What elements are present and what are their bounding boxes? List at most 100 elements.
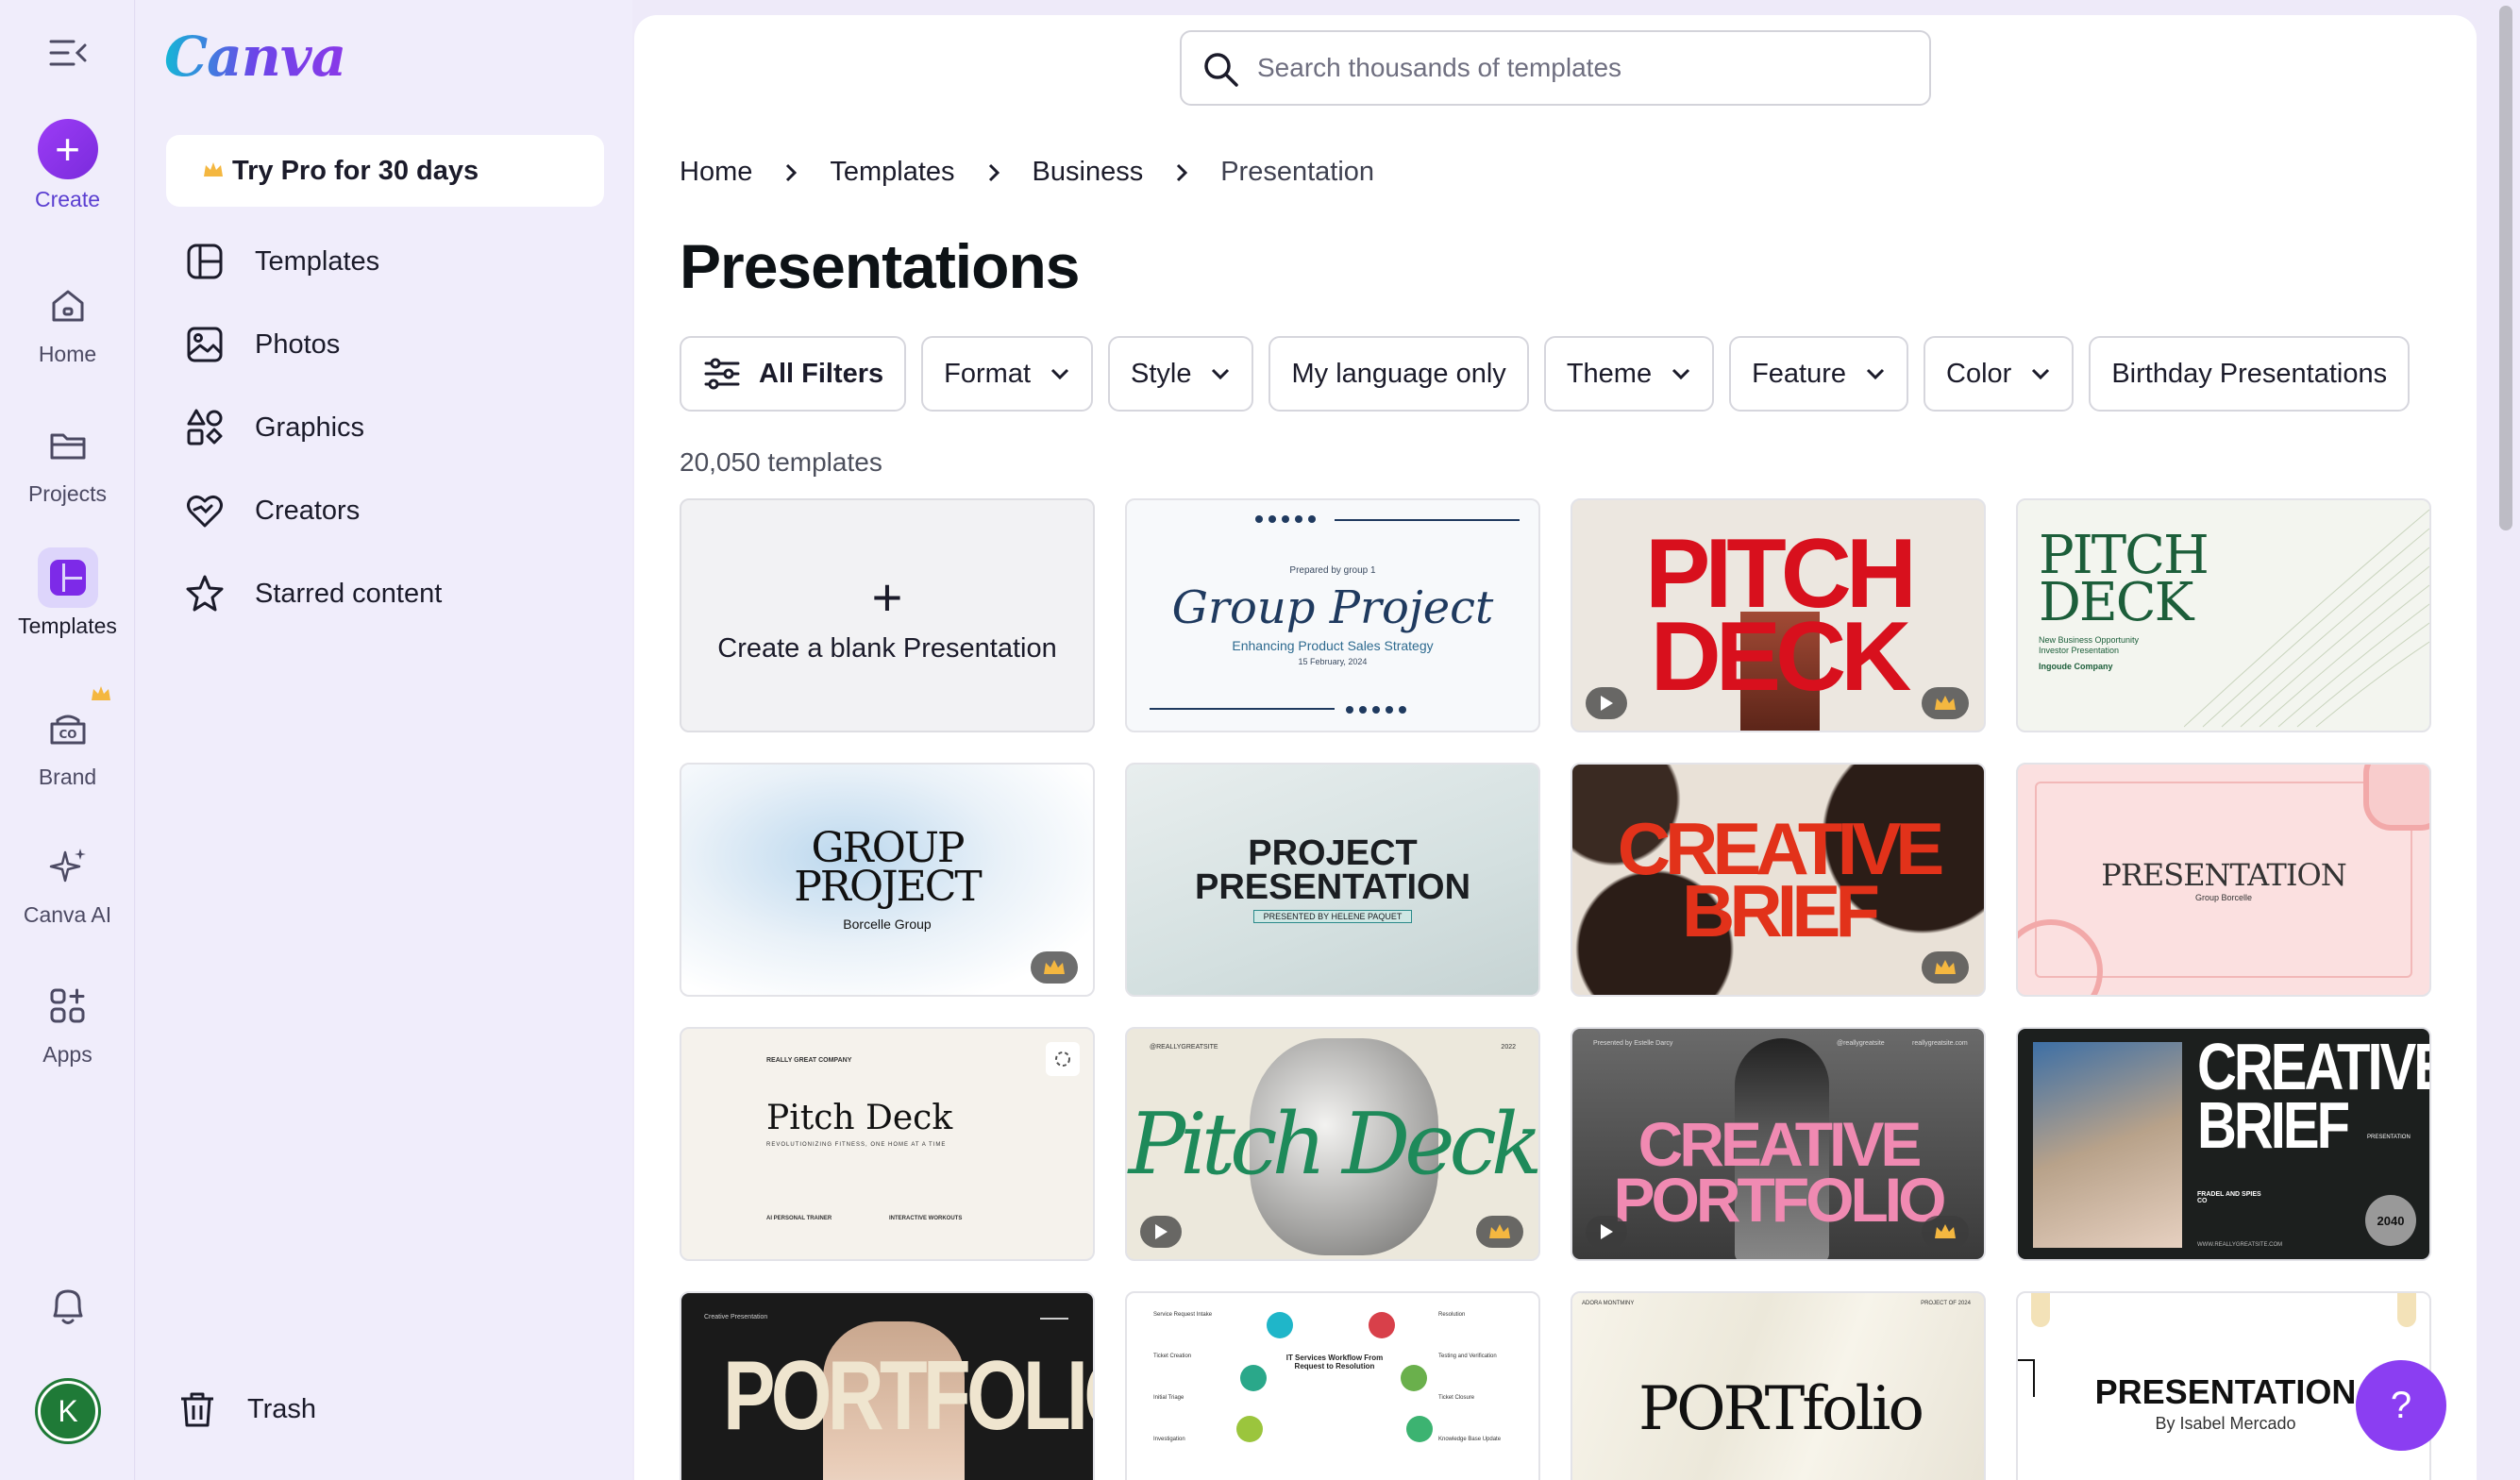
filter-bar: All Filters Format Style My language onl… [680,336,2411,412]
apps-icon [50,988,84,1023]
main-content: Search thousands of templates Home Templ… [634,15,2477,1480]
chevron-right-icon [786,163,798,181]
template-card-pitch-deck-red[interactable]: PITCH DECK [1571,498,1986,732]
chevron-down-icon [1050,368,1069,380]
template-card-it-services-workflow[interactable]: Service Request Intake Ticket Creation I… [1125,1291,1540,1480]
filter-style[interactable]: Style [1108,336,1254,412]
template-card-pitch-deck-green[interactable]: PITCH DECK New Business Opportunity Inve… [2016,498,2431,732]
template-card-project-presentation[interactable]: PROJECT PRESENTATION PRESENTED BY HELENE… [1125,763,1540,997]
filter-birthday-presentations[interactable]: Birthday Presentations [2089,336,2411,412]
template-card-creative-brief-dark[interactable]: CREATIVE BRIEF PRESENTATION FRADEL AND S… [2016,1027,2431,1261]
crown-icon [1935,960,1956,974]
create-button[interactable]: + Create [0,119,135,212]
play-icon [1601,1224,1613,1239]
side-panel: Canva Try Pro for 30 days Templates Phot… [136,0,632,1480]
trash-button[interactable]: Trash [177,1389,316,1429]
left-rail: + Create Home Projects Templates CO Bran… [0,0,135,1480]
filter-format[interactable]: Format [921,336,1093,412]
crown-icon [1935,1224,1956,1238]
crown-icon [92,686,110,700]
chevron-down-icon [1866,368,1885,380]
template-card-portfolio-serif[interactable]: ADORA MONTMINY PROJECT OF 2024 PORTfolio [1571,1291,1986,1480]
step-icon [1267,1312,1293,1338]
brand-icon: CO [50,715,85,745]
chevron-right-icon [988,163,1000,181]
bell-icon[interactable] [45,1282,91,1329]
try-pro-button[interactable]: Try Pro for 30 days [166,135,604,207]
template-card-group-project-gradient[interactable]: GROUP PROJECT Borcelle Group [680,763,1095,997]
plus-icon: + [37,119,98,179]
chevron-down-icon [1212,368,1230,380]
canva-logo[interactable]: Canva [164,25,346,89]
template-card-portfolio-dark[interactable]: Creative Presentation PORTFOLIO [680,1291,1095,1480]
templates-outline-icon [187,244,223,279]
nav-item-photos[interactable]: Photos [185,325,340,364]
video-badge [1586,1216,1627,1248]
sliders-icon [704,358,740,390]
nav-item-starred[interactable]: Starred content [185,574,442,614]
collapse-menu-icon[interactable] [47,34,89,72]
play-icon [1601,696,1613,711]
template-card-pitch-deck-fitness[interactable]: REALLY GREAT COMPANY Pitch Deck REVOLUTI… [680,1027,1095,1261]
star-icon [186,575,224,612]
sparkle-icon [49,849,86,883]
dots-decoration [1255,515,1316,523]
breadcrumb: Home Templates Business Presentation [680,157,1374,188]
search-input[interactable]: Search thousands of templates [1180,30,1931,106]
dots-decoration [1346,706,1406,714]
filter-language[interactable]: My language only [1268,336,1529,412]
crown-icon [1935,696,1956,710]
image-icon [187,327,223,362]
video-badge [1140,1216,1182,1248]
video-badge [1586,687,1627,719]
rail-item-home[interactable]: Home [0,276,135,367]
page-title: Presentations [680,231,1080,301]
svg-text:CO: CO [59,728,76,741]
rail-item-projects[interactable]: Projects [0,415,135,507]
template-card-group-project[interactable]: Prepared by group 1 Group Project Enhanc… [1125,498,1540,732]
template-card-creative-portfolio[interactable]: Presented by Estelle Darcy @reallygreats… [1571,1027,1986,1261]
template-card-presentation-pink[interactable]: PRESENTATION Group Borcelle [2016,763,2431,997]
nav-item-templates[interactable]: Templates [185,242,379,281]
crown-icon [1489,1224,1510,1238]
crown-icon [204,162,223,177]
template-card-creative-brief-cow[interactable]: CREATIVE BRIEF [1571,763,1986,997]
pro-badge [1031,951,1078,984]
search-icon [1204,53,1238,87]
avatar[interactable]: K [38,1381,98,1441]
template-card-pitch-deck-chrome[interactable]: @REALLYGREATSITE 2022 Pitch Deck [1125,1027,1540,1261]
pro-badge [1922,687,1969,719]
play-icon [1155,1224,1168,1239]
loading-icon [1046,1042,1080,1076]
chevron-down-icon [2032,368,2050,380]
breadcrumb-templates[interactable]: Templates [830,157,954,188]
rail-item-templates[interactable]: Templates [0,547,135,639]
step-icon [1401,1365,1427,1391]
scrollbar[interactable] [2492,0,2520,1480]
pro-badge [1922,1216,1969,1248]
filter-theme[interactable]: Theme [1543,336,1715,412]
heart-icon [187,495,223,528]
template-count: 20,050 templates [680,447,882,477]
all-filters-button[interactable]: All Filters [680,336,907,412]
breadcrumb-presentation: Presentation [1220,157,1375,187]
rail-item-apps[interactable]: Apps [0,976,135,1068]
help-button[interactable]: ? [2356,1360,2446,1451]
breadcrumb-business[interactable]: Business [1033,157,1144,188]
shapes-icon [187,409,223,446]
rail-item-brand[interactable]: CO Brand [0,698,135,790]
plus-icon: + [871,567,903,627]
rail-item-canva-ai[interactable]: Canva AI [0,836,135,928]
pro-badge [1476,1216,1523,1248]
filter-feature[interactable]: Feature [1729,336,1909,412]
create-blank-card[interactable]: + Create a blank Presentation [680,498,1095,732]
breadcrumb-home[interactable]: Home [680,157,752,188]
nav-item-creators[interactable]: Creators [185,491,360,530]
chevron-right-icon [1177,163,1188,181]
step-icon [1236,1416,1263,1442]
nav-item-graphics[interactable]: Graphics [185,408,364,447]
scrollbar-thumb[interactable] [2499,6,2512,530]
folder-icon [50,433,85,460]
filter-color[interactable]: Color [1924,336,2075,412]
crown-icon [1044,960,1065,974]
